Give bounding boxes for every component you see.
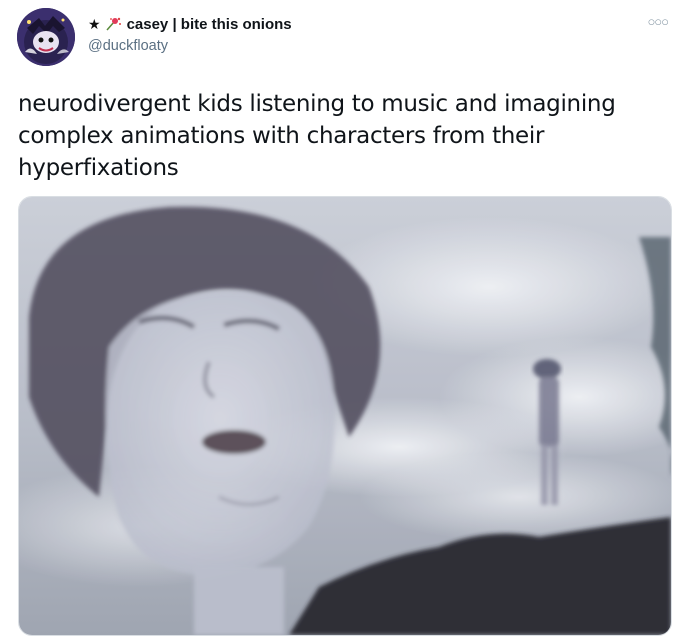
tweet-media-image[interactable] [18,196,672,636]
display-name-row[interactable]: ★ casey | bite this onions [88,14,292,34]
star-icon: ★ [88,15,101,32]
user-avatar[interactable] [17,8,75,66]
sparkle-flower-icon [105,17,121,31]
tweet-text: neurodivergent kids listening to music a… [18,91,616,181]
tweet-card: ★ casey | bite this onions @duckfloaty ○… [0,0,680,642]
more-options-icon[interactable]: ○○○ [647,14,669,29]
avatar-image [17,8,75,66]
display-name: casey | bite this onions [126,15,292,33]
tweet-header: ★ casey | bite this onions @duckfloaty [88,14,292,55]
user-handle[interactable]: @duckfloaty [88,38,292,54]
meme-image [19,197,671,635]
